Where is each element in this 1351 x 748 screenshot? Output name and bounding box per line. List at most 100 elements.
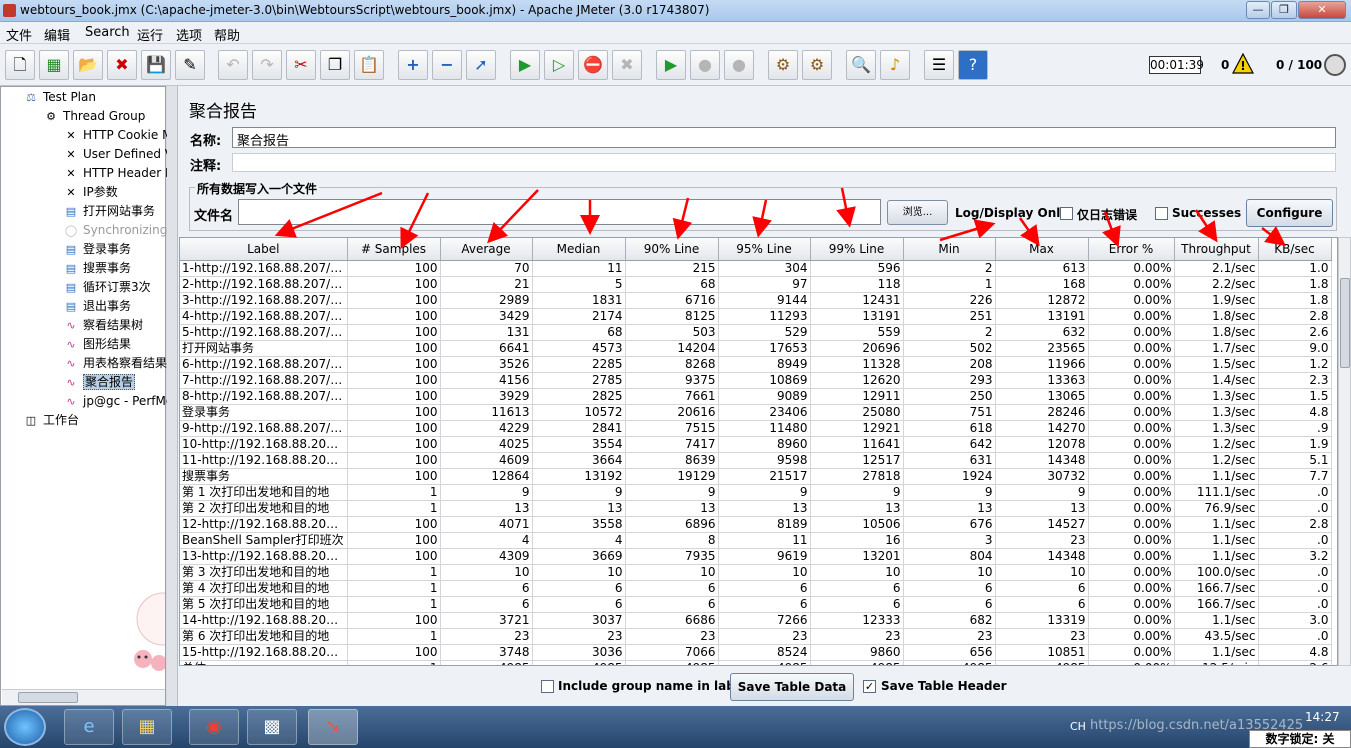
- menu-file[interactable]: 文件: [6, 25, 32, 44]
- start-no-pause-icon[interactable]: ▷: [544, 50, 574, 80]
- table-vertical-scrollbar[interactable]: [1338, 237, 1351, 666]
- function-helper-icon[interactable]: ☰: [924, 50, 954, 80]
- save-table-data-button[interactable]: Save Table Data: [730, 673, 854, 701]
- tree-item-aggregate-report[interactable]: ∿ 聚合报告: [63, 373, 136, 391]
- table-row[interactable]: 13-http://192.168.88.207/webtours/100430…: [180, 548, 1332, 565]
- table-row[interactable]: 登录事务 100 11613 10572 20616 23406 25080 751 28246…: [180, 404, 1332, 421]
- collapse-icon[interactable]: −: [432, 50, 462, 80]
- comment-field[interactable]: [232, 153, 1336, 172]
- successes-checkbox[interactable]: [1155, 207, 1168, 220]
- save-icon[interactable]: 💾: [141, 50, 171, 80]
- remote-status-icon[interactable]: [1324, 54, 1346, 76]
- name-field[interactable]: 聚合报告: [232, 127, 1336, 149]
- menu-help[interactable]: 帮助: [214, 25, 240, 44]
- paste-icon[interactable]: 📋: [354, 50, 384, 80]
- menu-edit[interactable]: 编辑: [44, 25, 70, 44]
- tree-item-graph-results[interactable]: ∿ 图形结果: [63, 335, 131, 353]
- table-row[interactable]: 7-http://192.168.88.207/webtours/1004156…: [180, 372, 1332, 389]
- ie-icon[interactable]: e: [64, 709, 114, 745]
- tree-item-loop-booking[interactable]: ▤ 循环订票3次: [63, 278, 151, 296]
- table-row[interactable]: 8-http://192.168.88.207/webtours/1003929…: [180, 388, 1332, 405]
- cut-icon[interactable]: ✂: [286, 50, 316, 80]
- table-row[interactable]: 第 2 次打印出发地和目的地 1 13 13 13 13 13 13 13 0.00% 76.9/s…: [180, 500, 1332, 517]
- search-icon[interactable]: 🔍: [846, 50, 876, 80]
- column-header[interactable]: Min: [903, 238, 996, 261]
- tree-item-http-header-manager[interactable]: ✕ HTTP Header M: [63, 164, 175, 182]
- tree-horizontal-scrollbar[interactable]: [2, 689, 165, 705]
- split-pane-divider[interactable]: [167, 86, 177, 706]
- table-row[interactable]: 9-http://192.168.88.207/webtours/1004229…: [180, 420, 1332, 437]
- table-row[interactable]: 14-http://192.168.88.207/webtours/100372…: [180, 612, 1332, 629]
- tree-item-thread-group[interactable]: ⚙ Thread Group: [43, 107, 145, 125]
- open-icon[interactable]: 📂: [73, 50, 103, 80]
- table-row[interactable]: 第 6 次打印出发地和目的地 1 23 23 23 23 23 23 23 0.00% 43.5/s…: [180, 628, 1332, 645]
- table-row[interactable]: 搜票事务 100 12864 13192 19129 21517 27818 1924 3073…: [180, 468, 1332, 485]
- remote-stop-icon[interactable]: ●: [690, 50, 720, 80]
- scroll-thumb[interactable]: [18, 692, 78, 703]
- tree-item-view-results-table[interactable]: ∿ 用表格察看结果: [63, 354, 167, 372]
- table-row[interactable]: 1-http://192.168.88.207/webtours/1007011…: [180, 260, 1332, 277]
- tree-item-ip-params[interactable]: ✕ IP参数: [63, 183, 117, 201]
- menu-options[interactable]: 选项: [176, 25, 202, 44]
- tree-item-login-transaction[interactable]: ▤ 登录事务: [63, 240, 131, 258]
- undo-icon[interactable]: ↶: [218, 50, 248, 80]
- copy-icon[interactable]: ❐: [320, 50, 350, 80]
- remote-shutdown-icon[interactable]: ●: [724, 50, 754, 80]
- table-row[interactable]: 5-http://192.168.88.207/WebTours/1001316…: [180, 324, 1332, 341]
- tree-item-http-cookie-manager[interactable]: ✕ HTTP Cookie M: [63, 126, 172, 144]
- tree-item-user-defined-variables[interactable]: ✕ User Defined V: [63, 145, 173, 163]
- redo-icon[interactable]: ↷: [252, 50, 282, 80]
- close-icon[interactable]: ✕: [1298, 1, 1346, 19]
- tree-item-view-results-tree[interactable]: ∿ 察看结果树: [63, 316, 143, 334]
- aggregate-table[interactable]: Label # Samples Average Median 90% Line 95% L…: [179, 237, 1338, 666]
- table-row[interactable]: 第 5 次打印出发地和目的地 1 6 6 6 6 6 6 6 0.00% 166.7/sec .0: [180, 596, 1332, 613]
- tree-item-search-ticket-transaction[interactable]: ▤ 搜票事务: [63, 259, 131, 277]
- expand-icon[interactable]: +: [398, 50, 428, 80]
- errors-only-checkbox[interactable]: [1060, 207, 1073, 220]
- configure-button[interactable]: Configure: [1246, 199, 1333, 227]
- toggle-icon[interactable]: ➚: [466, 50, 496, 80]
- column-header[interactable]: 90% Line: [625, 238, 719, 261]
- maximize-icon[interactable]: ❐: [1271, 1, 1297, 19]
- column-header[interactable]: 99% Line: [810, 238, 904, 261]
- table-row[interactable]: 12-http://192.168.88.207/webtours/100407…: [180, 516, 1332, 533]
- column-header[interactable]: Throughput: [1174, 238, 1259, 261]
- table-row[interactable]: 第 3 次打印出发地和目的地 1 10 10 10 10 10 10 10 0.00% 100.0/…: [180, 564, 1332, 581]
- column-header[interactable]: 95% Line: [718, 238, 811, 261]
- chrome-icon[interactable]: ◉: [189, 709, 239, 745]
- shutdown-icon[interactable]: ✖: [612, 50, 642, 80]
- table-row[interactable]: BeanShell Sampler打印班次 100 4 4 8 11 16 3 23 0.00% 1…: [180, 532, 1332, 549]
- clear-icon[interactable]: ⚙: [768, 50, 798, 80]
- browse-button[interactable]: 浏览...: [887, 200, 948, 225]
- tree-item-synchronizing[interactable]: ◯ Synchronizing: [63, 221, 168, 239]
- warning-icon[interactable]: !: [1232, 53, 1254, 75]
- save-table-header-checkbox[interactable]: ✓: [863, 680, 876, 693]
- tree-item-open-site-transaction[interactable]: ▤ 打开网站事务: [63, 202, 155, 220]
- column-header[interactable]: Error %: [1088, 238, 1175, 261]
- stop-icon[interactable]: ⛔: [578, 50, 608, 80]
- save-as-icon[interactable]: ✎: [175, 50, 205, 80]
- table-row[interactable]: 6-http://192.168.88.207/webtours/1003526…: [180, 356, 1332, 373]
- tree-item-perfmon[interactable]: ∿ jp@gc - PerfMo: [63, 392, 173, 410]
- table-row[interactable]: 3-http://192.168.88.207/webtours/1002989…: [180, 292, 1332, 309]
- tree-item-workbench[interactable]: ◫ 工作台: [23, 411, 79, 429]
- explorer-icon[interactable]: ▦: [122, 709, 172, 745]
- column-header[interactable]: # Samples: [347, 238, 441, 261]
- help-icon[interactable]: ?: [958, 50, 988, 80]
- minimize-icon[interactable]: —: [1246, 1, 1270, 19]
- start-button[interactable]: [4, 708, 46, 746]
- clear-all-icon[interactable]: ⚙: [802, 50, 832, 80]
- menu-search[interactable]: Search: [85, 25, 130, 40]
- start-icon[interactable]: ▶: [510, 50, 540, 80]
- clock[interactable]: 14:27: [1305, 710, 1340, 724]
- table-row[interactable]: 总体149854985498549854985498549850.00%12.5…: [180, 660, 1332, 665]
- test-plan-tree[interactable]: ⚖ Test Plan ⚙ Thread Group ✕ HTTP Cookie M …: [0, 86, 175, 706]
- remote-start-icon[interactable]: ▶: [656, 50, 686, 80]
- new-icon[interactable]: 🗋: [5, 50, 35, 80]
- menu-run[interactable]: 运行: [137, 25, 163, 44]
- include-group-checkbox[interactable]: [541, 680, 554, 693]
- reset-search-icon[interactable]: ♪: [880, 50, 910, 80]
- table-row[interactable]: 11-http://192.168.88.207/webtours/100460…: [180, 452, 1332, 469]
- table-row[interactable]: 15-http://192.168.88.207/webtours/100374…: [180, 644, 1332, 661]
- jmeter-task-icon[interactable]: ➘: [308, 709, 358, 745]
